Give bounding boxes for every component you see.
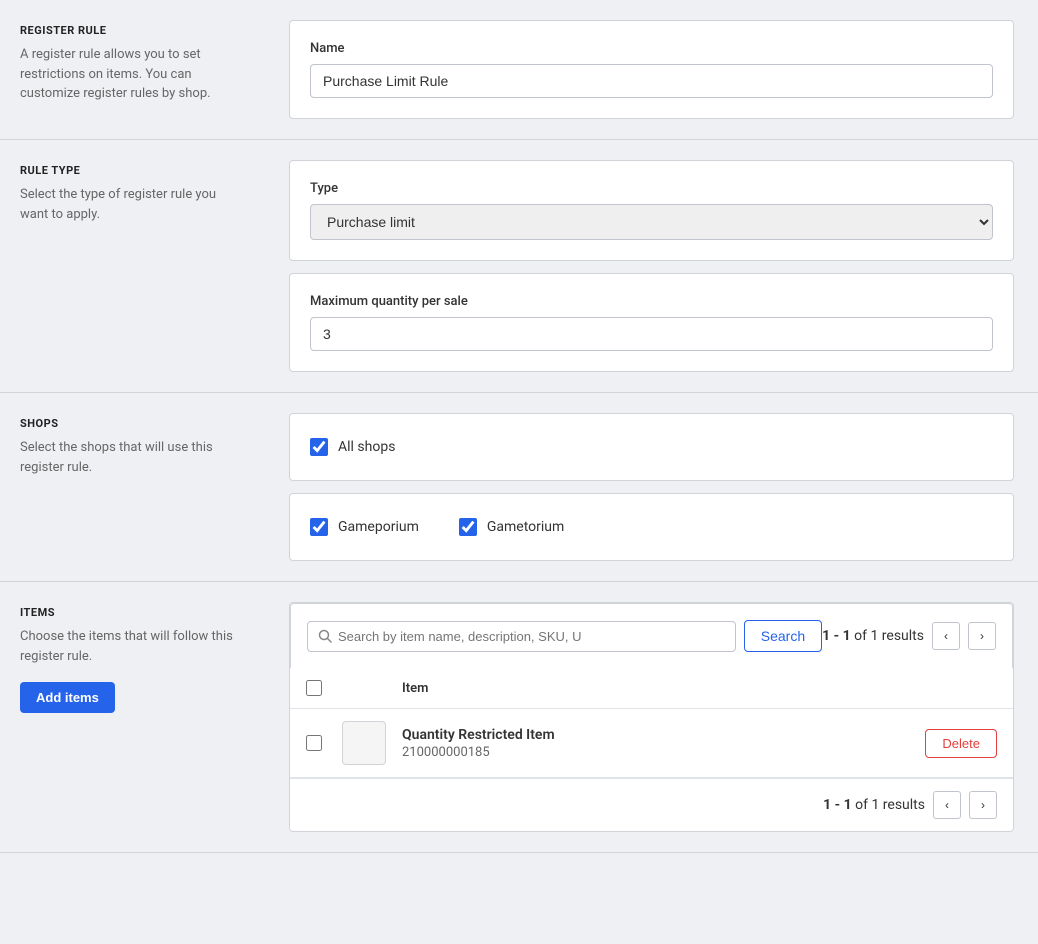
gametorium-label[interactable]: Gametorium [487, 519, 564, 535]
footer-results-bold: 1 - 1 [823, 797, 852, 813]
items-label-panel: ITEMS Choose the items that will follow … [0, 582, 265, 852]
footer-prev-page-button[interactable]: ‹ [933, 791, 961, 819]
next-page-button[interactable]: › [968, 622, 996, 650]
shops-label-panel: SHOPS Select the shops that will use thi… [0, 393, 265, 581]
items-section: ITEMS Choose the items that will follow … [0, 582, 1038, 853]
type-label: Type [310, 181, 993, 196]
register-rule-title: REGISTER RULE [20, 24, 245, 37]
shops-desc: Select the shops that will use this regi… [20, 438, 245, 477]
select-all-checkbox[interactable] [306, 680, 322, 696]
type-card: Type Purchase limit [289, 160, 1014, 261]
gameporium-label[interactable]: Gameporium [338, 519, 419, 535]
row-img-col [342, 721, 402, 765]
add-items-button[interactable]: Add items [20, 682, 115, 713]
type-select[interactable]: Purchase limit [310, 204, 993, 240]
items-title: ITEMS [20, 606, 245, 619]
register-rule-label-panel: REGISTER RULE A register rule allows you… [0, 0, 265, 139]
header-pagination: 1 - 1 of 1 results ‹ › [822, 622, 996, 650]
footer-chevron-left-icon: ‹ [945, 798, 949, 812]
gametorium-row: Gametorium [459, 514, 564, 540]
item-sku: 210000000185 [402, 745, 909, 760]
items-table-header: Item [290, 668, 1013, 709]
search-button[interactable]: Search [744, 620, 822, 652]
name-card: Name [289, 20, 1014, 119]
register-rule-content: Name [265, 0, 1038, 139]
name-label: Name [310, 41, 993, 56]
gameporium-row: Gameporium [310, 514, 419, 540]
footer-next-page-button[interactable]: › [969, 791, 997, 819]
header-results-bold: 1 - 1 [822, 628, 851, 644]
row-info-col: Quantity Restricted Item 210000000185 [402, 727, 909, 760]
all-shops-label[interactable]: All shops [338, 439, 395, 455]
all-shops-checkbox[interactable] [310, 438, 328, 456]
max-qty-label: Maximum quantity per sale [310, 294, 993, 309]
header-check-col [306, 680, 342, 696]
table-row: Quantity Restricted Item 210000000185 De… [290, 709, 1013, 778]
search-input-wrapper [307, 621, 736, 652]
rule-type-section: RULE TYPE Select the type of register ru… [0, 140, 1038, 393]
rule-type-title: RULE TYPE [20, 164, 245, 177]
shops-checkboxes: Gameporium Gametorium [310, 514, 993, 540]
page-container: REGISTER RULE A register rule allows you… [0, 0, 1038, 853]
rule-type-label-panel: RULE TYPE Select the type of register ru… [0, 140, 265, 392]
item-name: Quantity Restricted Item [402, 727, 909, 743]
register-rule-desc: A register rule allows you to set restri… [20, 45, 245, 104]
delete-button[interactable]: Delete [925, 729, 997, 758]
individual-shops-card: Gameporium Gametorium [289, 493, 1014, 561]
max-qty-input[interactable] [310, 317, 993, 351]
footer-chevron-right-icon: › [981, 798, 985, 812]
header-results-suffix: of 1 results [851, 628, 924, 644]
gameporium-checkbox[interactable] [310, 518, 328, 536]
items-card: Search 1 - 1 of 1 results ‹ › [289, 602, 1014, 832]
row-checkbox[interactable] [306, 735, 322, 751]
chevron-right-icon: › [980, 629, 984, 643]
shops-title: SHOPS [20, 417, 245, 430]
items-desc: Choose the items that will follow this r… [20, 627, 245, 666]
register-rule-section: REGISTER RULE A register rule allows you… [0, 0, 1038, 140]
search-input[interactable] [338, 622, 725, 651]
name-input[interactable] [310, 64, 993, 98]
rule-type-desc: Select the type of register rule you wan… [20, 185, 245, 224]
all-shops-row: All shops [310, 434, 993, 460]
row-check-col [306, 735, 342, 751]
max-qty-card: Maximum quantity per sale [289, 273, 1014, 372]
items-search-bar: Search 1 - 1 of 1 results ‹ › [290, 603, 1013, 668]
header-results-text: 1 - 1 of 1 results [822, 628, 924, 644]
footer-results-suffix: of 1 results [852, 797, 925, 813]
items-table-footer: 1 - 1 of 1 results ‹ › [290, 778, 1013, 831]
prev-page-button[interactable]: ‹ [932, 622, 960, 650]
row-action-col: Delete [925, 729, 997, 758]
all-shops-card: All shops [289, 413, 1014, 481]
footer-results-text: 1 - 1 of 1 results [823, 797, 925, 813]
gametorium-checkbox[interactable] [459, 518, 477, 536]
rule-type-content: Type Purchase limit Maximum quantity per… [265, 140, 1038, 392]
shops-content: All shops Gameporium Gametorium [265, 393, 1038, 581]
search-icon [318, 629, 332, 643]
shops-section: SHOPS Select the shops that will use thi… [0, 393, 1038, 582]
items-content: Search 1 - 1 of 1 results ‹ › [265, 582, 1038, 852]
header-item-col: Item [402, 681, 997, 696]
item-thumbnail [342, 721, 386, 765]
chevron-left-icon: ‹ [944, 629, 948, 643]
